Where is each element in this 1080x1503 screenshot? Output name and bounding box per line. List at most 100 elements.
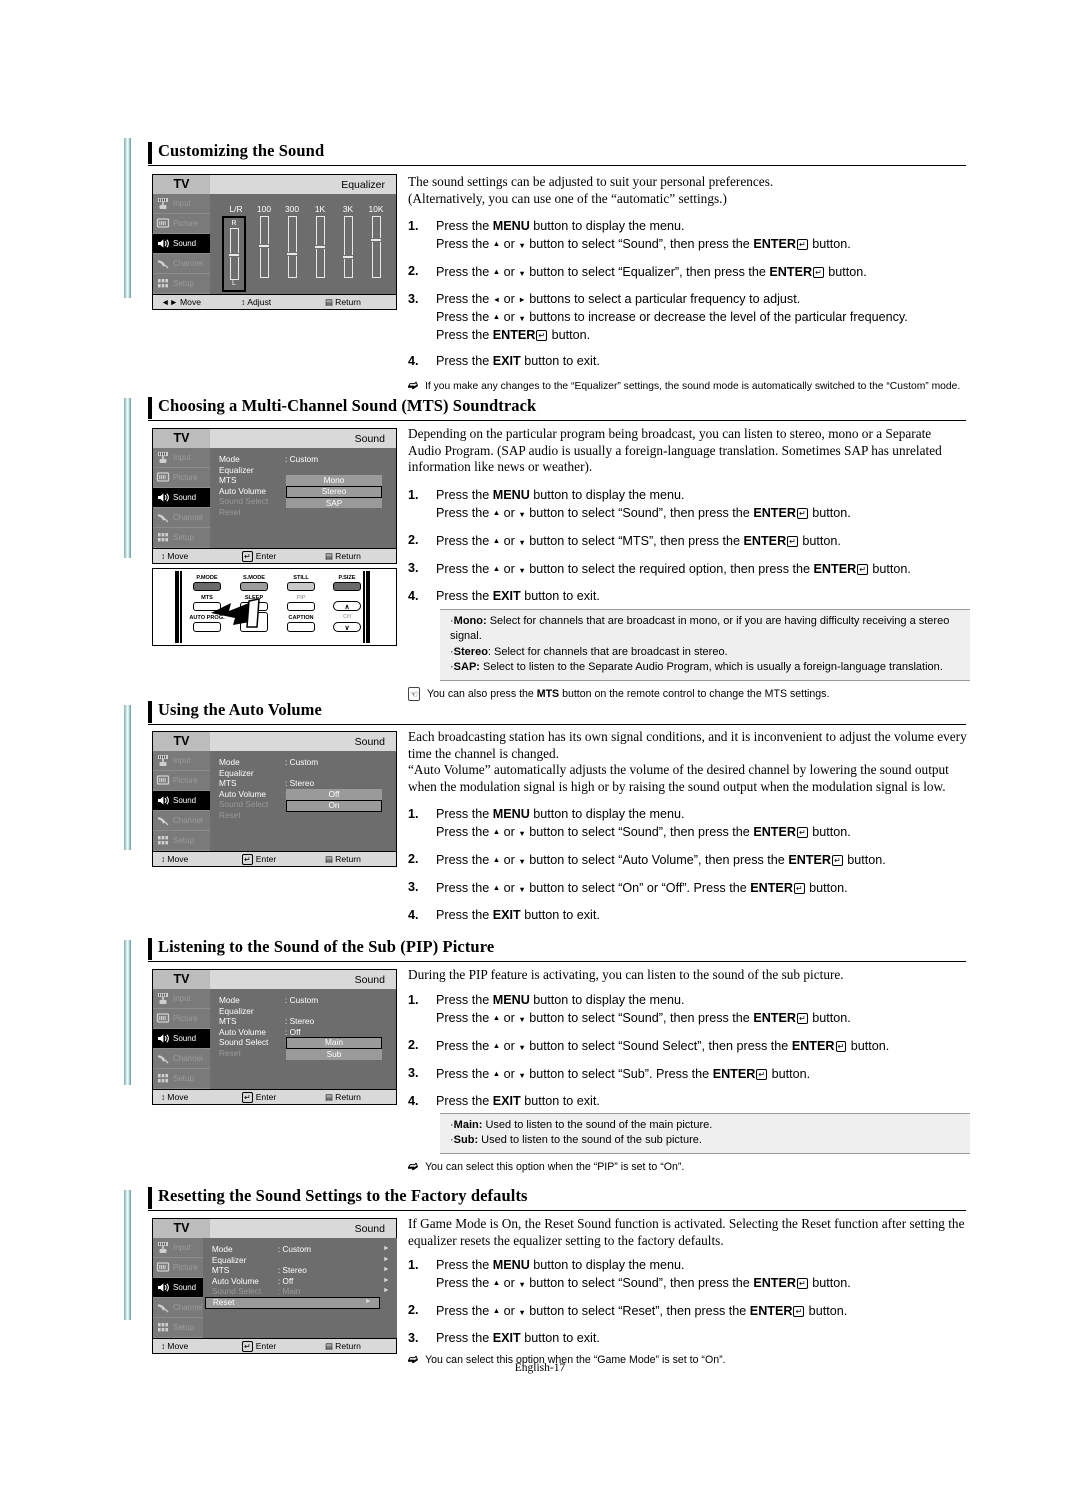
eq-slider-300[interactable]: [278, 216, 306, 278]
popup-option-off[interactable]: Off: [286, 789, 382, 800]
popup-option-sub[interactable]: Sub: [286, 1049, 382, 1060]
osd-sound-menu-reset[interactable]: TV Sound Input Picture Sound Channel Set…: [152, 1218, 397, 1354]
menu-row-mode[interactable]: Mode: Custom: [219, 995, 396, 1006]
sidebar-item-channel[interactable]: Channel: [153, 508, 210, 528]
eq-track-1k[interactable]: [314, 216, 326, 278]
sidebar-item-picture[interactable]: Picture: [153, 1009, 210, 1029]
eq-thumb-10k[interactable]: [370, 238, 382, 242]
sidebar-item-picture[interactable]: Picture: [153, 1258, 203, 1278]
eq-thumb-300[interactable]: [286, 252, 298, 256]
menu-row-equalizer[interactable]: Equalizer ►: [212, 1255, 397, 1266]
osd-sound-menu-auto-volume[interactable]: TV Sound Input Picture Sound Channel Set…: [152, 731, 397, 867]
sidebar-item-picture[interactable]: Picture: [153, 468, 210, 488]
osd-return-hint[interactable]: ▤ Return: [325, 854, 361, 865]
osd-sound-menu-sound-select[interactable]: TV Sound Input Picture Sound Channel Set…: [152, 969, 397, 1105]
osd-tv-label: TV: [153, 1219, 210, 1238]
menu-row-mode[interactable]: Mode: Custom: [219, 757, 396, 768]
osd-move-hint[interactable]: ↕ Move: [153, 1092, 241, 1102]
eq-slider-100[interactable]: [250, 216, 278, 278]
eq-thumb-1k[interactable]: [314, 245, 326, 249]
eq-thumb-3k[interactable]: [342, 255, 354, 259]
eq-slider-10k[interactable]: [362, 216, 390, 278]
osd-move-hint[interactable]: ↕ Move: [153, 1341, 241, 1351]
equalizer-panel[interactable]: L/R 100 300 1K 3K 10K R L: [210, 200, 396, 294]
sound-select-option-popup[interactable]: Main Sub: [286, 1037, 382, 1060]
sidebar-item-input[interactable]: Input: [153, 989, 210, 1009]
osd-equalizer-menu[interactable]: TV Equalizer Input Picture Sound Channel: [152, 174, 397, 310]
eq-thumb-lr[interactable]: [228, 253, 240, 257]
osd-adjust-hint[interactable]: ↕ Adjust: [241, 297, 325, 307]
osd-enter-hint[interactable]: ↵ Enter: [241, 1091, 325, 1103]
menu-row-mts[interactable]: MTS: Stereo: [219, 778, 396, 789]
menu-row-equalizer[interactable]: Equalizer: [219, 1006, 396, 1017]
sidebar-item-picture[interactable]: Picture: [153, 214, 210, 234]
menu-row-reset-selected[interactable]: Reset ►: [204, 1296, 380, 1309]
menu-row-equalizer[interactable]: Equalizer: [219, 768, 396, 779]
eq-track-3k[interactable]: [342, 216, 354, 278]
remote-button-caption[interactable]: [287, 622, 315, 632]
remote-button-pip[interactable]: [287, 602, 315, 611]
popup-option-sap[interactable]: SAP: [286, 497, 382, 508]
menu-row-mode[interactable]: Mode: Custom: [219, 454, 396, 465]
mts-option-popup[interactable]: Mono Stereo SAP: [286, 475, 382, 508]
sidebar-item-input[interactable]: Input: [153, 448, 210, 468]
menu-row-mts[interactable]: MTS: Stereo: [219, 1016, 396, 1027]
sidebar-item-sound[interactable]: Sound: [153, 234, 210, 254]
osd-return-hint[interactable]: ▤ Return: [325, 297, 361, 308]
sidebar-item-input[interactable]: Input: [153, 751, 210, 771]
sidebar-item-channel[interactable]: Channel: [153, 811, 210, 831]
osd-sound-menu-mts[interactable]: TV Sound Input Picture Sound Channel Set…: [152, 428, 397, 564]
popup-option-mono[interactable]: Mono: [286, 475, 382, 486]
eq-track-300[interactable]: [286, 216, 298, 278]
menu-row-mode[interactable]: Mode: Custom ►: [212, 1244, 397, 1255]
sidebar-item-channel[interactable]: Channel: [153, 1049, 210, 1069]
sidebar-item-setup[interactable]: Setup: [153, 831, 210, 851]
row-value: : Stereo: [277, 1265, 307, 1275]
osd-enter-hint[interactable]: ↵ Enter: [241, 853, 325, 865]
eq-slider-lr[interactable]: R L: [222, 216, 246, 292]
sidebar-item-setup[interactable]: Setup: [153, 274, 210, 294]
remote-button-psize[interactable]: [333, 582, 361, 591]
popup-option-main[interactable]: Main: [286, 1037, 382, 1049]
osd-move-hint[interactable]: ↕ Move: [153, 551, 241, 561]
osd-return-hint[interactable]: ▤ Return: [325, 1092, 361, 1103]
osd-enter-hint[interactable]: ↵ Enter: [241, 550, 325, 562]
sidebar-item-setup[interactable]: Setup: [153, 1318, 203, 1338]
menu-row-reset[interactable]: Reset: [219, 507, 396, 518]
menu-row-auto-volume[interactable]: Auto Volume: Off ►: [212, 1276, 397, 1287]
remote-button-pmode[interactable]: [193, 582, 221, 591]
eq-track-100[interactable]: [258, 216, 270, 278]
osd-move-hint[interactable]: ↕ Move: [153, 854, 241, 864]
sidebar-item-input[interactable]: Input: [153, 1238, 203, 1258]
menu-row-equalizer[interactable]: Equalizer: [219, 465, 396, 476]
eq-track-10k[interactable]: [370, 216, 382, 278]
sidebar-item-sound[interactable]: Sound: [153, 1029, 210, 1049]
remote-button-still[interactable]: [287, 582, 315, 591]
step-line: Press the or button to select “Sound”, t…: [436, 504, 970, 523]
osd-move-hint[interactable]: ◄► Move: [153, 297, 241, 307]
osd-return-hint[interactable]: ▤ Return: [325, 1341, 361, 1352]
sidebar-item-setup[interactable]: Setup: [153, 528, 210, 548]
eq-slider-3k[interactable]: [334, 216, 362, 278]
osd-enter-hint[interactable]: ↵ Enter: [241, 1340, 325, 1352]
popup-option-on[interactable]: On: [286, 799, 382, 812]
menu-row-auto-volume[interactable]: Auto Volume: Off: [219, 1027, 396, 1038]
sidebar-item-setup[interactable]: Setup: [153, 1069, 210, 1089]
sidebar-item-input[interactable]: Input: [153, 194, 210, 214]
eq-track-lr[interactable]: [228, 228, 240, 280]
menu-row-sound-select[interactable]: Sound Select: Main ►: [212, 1286, 397, 1297]
osd-return-hint[interactable]: ▤ Return: [325, 551, 361, 562]
sidebar-item-sound[interactable]: Sound: [153, 791, 210, 811]
sidebar-item-sound[interactable]: Sound: [153, 1278, 203, 1298]
sidebar-item-sound[interactable]: Sound: [153, 488, 210, 508]
remote-button-smode[interactable]: [240, 582, 268, 591]
menu-row-mts[interactable]: MTS: Stereo ►: [212, 1265, 397, 1276]
sidebar-item-picture[interactable]: Picture: [153, 771, 210, 791]
sidebar-item-channel[interactable]: Channel: [153, 1298, 203, 1318]
eq-slider-1k[interactable]: [306, 216, 334, 278]
sidebar-item-channel[interactable]: Channel: [153, 254, 210, 274]
eq-thumb-100[interactable]: [258, 244, 270, 248]
auto-volume-option-popup[interactable]: Off On: [286, 789, 382, 812]
hint-text: If you make any changes to the “Equalize…: [425, 381, 961, 392]
popup-option-stereo[interactable]: Stereo: [286, 485, 382, 498]
